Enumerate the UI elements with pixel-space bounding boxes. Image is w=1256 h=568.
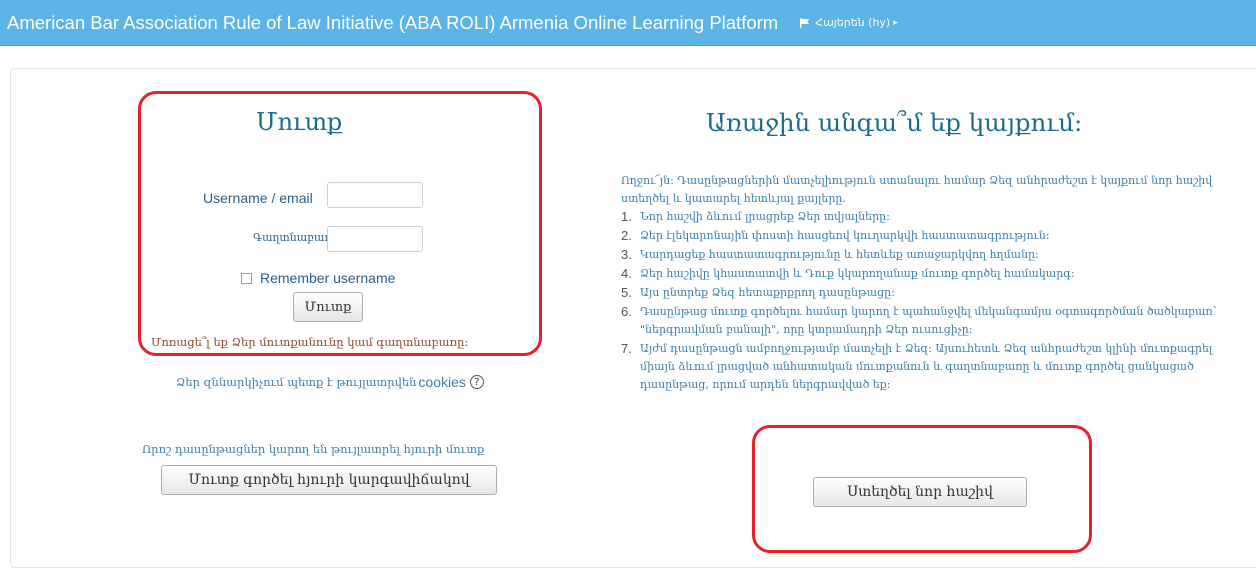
login-button[interactable]: Մուտք xyxy=(293,292,363,322)
signup-intro: Ողջու՜յն: Դասընթացներին մատչելիություն ս… xyxy=(621,174,1213,205)
cookies-text: Ձեր զննարկիչում պետք է թույլատրվեն xyxy=(176,375,417,389)
step-number: 1. xyxy=(621,209,632,224)
step-number: 2. xyxy=(621,228,632,243)
list-item: 3. Կարդացեք հաստատագրությունը և հետևեք առ… xyxy=(621,246,1221,264)
step-number: 5. xyxy=(621,285,632,300)
step-text: Դասընթաց մուտք գործելու համար կարող է պա… xyxy=(640,305,1217,336)
list-item: 1. Նոր հաշվի ձևում լրացրեք Ձեր տվյալները։ xyxy=(621,208,1221,226)
remember-label: Remember username xyxy=(260,270,396,286)
cookies-notice: Ձեր զննարկիչում պետք է թույլատրվեն cooki… xyxy=(176,374,484,390)
guest-login-button[interactable]: Մուտք գործել հյուրի կարգավիճակով xyxy=(161,465,497,495)
list-item: 5. Այս ընտրեք Ձեզ հետաքրքրող դասընթացը։ xyxy=(621,284,1221,302)
list-item: 7. Այժմ դասընթացն ամբողջությամբ մատչելի է… xyxy=(621,340,1221,394)
top-navbar: American Bar Association Rule of Law Ini… xyxy=(0,0,1256,46)
step-number: 6. xyxy=(621,304,632,319)
site-title[interactable]: American Bar Association Rule of Law Ini… xyxy=(7,12,778,34)
remember-checkbox[interactable] xyxy=(241,272,252,284)
step-text: Նոր հաշվի ձևում լրացրեք Ձեր տվյալները։ xyxy=(640,210,890,223)
step-text: Այժմ դասընթացն ամբողջությամբ մատչելի է Ձ… xyxy=(640,342,1213,391)
step-text: Այս ընտրեք Ձեզ հետաքրքրող դասընթացը։ xyxy=(640,286,895,299)
step-number: 7. xyxy=(621,341,632,356)
username-label: Username / email xyxy=(203,190,313,206)
step-text: Ձեր էլեկտրոնային փոստի հասցեով կուղարկվի… xyxy=(640,229,1050,242)
list-item: 2. Ձեր էլեկտրոնային փոստի հասցեով կուղարկ… xyxy=(621,227,1221,245)
list-item: 4. Ձեր հաշիվը կհաստատվի և Դուք կկարողանաք… xyxy=(621,265,1221,283)
password-input[interactable] xyxy=(327,226,423,252)
step-text: Կարդացեք հաստատագրությունը և հետևեք առաջ… xyxy=(640,248,1039,261)
help-icon[interactable]: ? xyxy=(469,375,484,389)
language-label: Հայերեն (hy) xyxy=(815,16,891,29)
step-text: Ձեր հաշիվը կհաստատվի և Դուք կկարողանաք մ… xyxy=(640,267,1075,280)
step-number: 3. xyxy=(621,247,632,262)
cookies-word: cookies xyxy=(418,374,466,390)
flag-icon xyxy=(800,17,810,28)
remember-username[interactable]: Remember username xyxy=(241,270,395,286)
list-item: 6. Դասընթաց մուտք գործելու համար կարող է … xyxy=(621,303,1221,339)
login-heading: Մուտք xyxy=(256,108,343,136)
language-menu[interactable]: Հայերեն (hy) ▸ xyxy=(800,16,898,29)
caret-right-icon: ▸ xyxy=(893,17,898,28)
password-label: Գաղտնաբառ xyxy=(253,231,332,244)
username-input[interactable] xyxy=(327,182,423,208)
guest-access-note: Որոշ դասընթացներ կարող են թույլատրել հյո… xyxy=(142,442,485,456)
signup-heading: Առաջին անգա՞մ եք կայքում: xyxy=(706,108,1083,137)
signup-steps: 1. Նոր հաշվի ձևում լրացրեք Ձեր տվյալները։… xyxy=(621,208,1221,395)
step-number: 4. xyxy=(621,266,632,281)
forgot-password-link[interactable]: Մոռացե՞լ եք Ձեր մուտքանունը կամ գաղտնաբա… xyxy=(151,335,468,349)
create-account-button[interactable]: Ստեղծել նոր հաշիվ xyxy=(813,477,1027,507)
